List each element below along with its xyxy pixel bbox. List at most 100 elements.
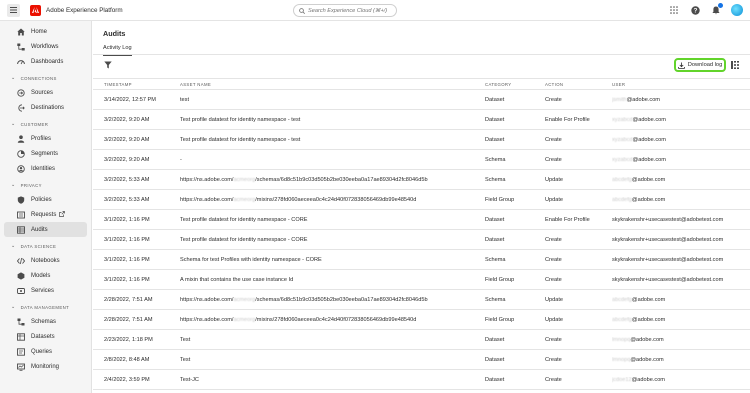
- notifications-bell-icon[interactable]: [710, 3, 723, 16]
- sidebar-item-segments[interactable]: Segments: [4, 146, 87, 161]
- action-cell: Create: [545, 276, 562, 283]
- section-header-customer[interactable]: ⌄ CUSTOMER: [0, 117, 91, 131]
- timestamp-cell: 3/1/2022, 1:16 PM: [104, 236, 150, 243]
- section-header-connections[interactable]: ⌄ CONNECTIONS: [0, 71, 91, 85]
- user-cell: skykrakenshr+usecasestest@adobetest.com: [612, 276, 724, 283]
- sidebar-item-home[interactable]: Home: [4, 24, 87, 39]
- sidebar: Home Workflows Dashboards ⌄ CONNECTIONS S…: [0, 21, 92, 393]
- column-header-action[interactable]: ACTION: [545, 82, 611, 87]
- sidebar-item-services[interactable]: Services: [4, 283, 87, 298]
- column-settings-icon[interactable]: [731, 61, 740, 69]
- column-header-user[interactable]: USER: [612, 82, 750, 87]
- sidebar-item-label: Destinations: [31, 104, 65, 111]
- app-title[interactable]: Adobe Experience Platform: [46, 7, 123, 14]
- user-cell: xyzabcd@adobe.com: [612, 157, 750, 163]
- asset-url-redacted: acmeorg: [233, 176, 256, 183]
- asset-name-cell: Test profile datatest for identity names…: [180, 236, 308, 243]
- services-icon: [17, 287, 25, 295]
- user-avatar[interactable]: [731, 4, 743, 16]
- timestamp-cell: 3/1/2022, 1:16 PM: [104, 256, 150, 263]
- action-cell: Update: [545, 316, 564, 323]
- category-cell: Dataset: [485, 96, 505, 103]
- table-row[interactable]: 3/2/2022, 5:33 AM https://ns.adobe.com/ac…: [93, 170, 750, 190]
- sidebar-item-models[interactable]: Models: [4, 268, 87, 283]
- action-cell: Enable For Profile: [545, 216, 590, 223]
- asset-name-cell: Test: [180, 336, 191, 343]
- timestamp-cell: 3/14/2022, 12:57 PM: [104, 96, 156, 103]
- asset-name-cell: A mixin that contains the use case insta…: [180, 276, 294, 283]
- sidebar-item-schemas[interactable]: Schemas: [4, 314, 87, 329]
- filter-icon[interactable]: [104, 61, 112, 69]
- sidebar-item-label: Dashboards: [31, 58, 64, 65]
- table-row[interactable]: 3/2/2022, 5:33 AM https://ns.adobe.com/ac…: [93, 190, 750, 210]
- download-log-button[interactable]: Download log: [674, 58, 726, 72]
- table-row[interactable]: 3/14/2022, 12:57 PM test Dataset Create jsmi…: [93, 90, 750, 110]
- asset-name-cell: test: [180, 96, 190, 103]
- table-row[interactable]: 3/1/2022, 1:16 PM Schema for test Profile…: [93, 250, 750, 270]
- table-row[interactable]: 3/1/2022, 1:16 PM Test profile datatest f…: [93, 210, 750, 230]
- help-icon[interactable]: ?: [689, 4, 701, 16]
- asset-name-cell: Schema for test Profiles with identity n…: [180, 256, 322, 263]
- search-input[interactable]: [308, 7, 394, 14]
- sidebar-item-workflows[interactable]: Workflows: [4, 39, 87, 54]
- sidebar-item-sources[interactable]: Sources: [4, 85, 87, 100]
- asset-url-prefix: https://ns.adobe.com/: [180, 316, 234, 323]
- action-cell: Create: [545, 236, 562, 243]
- section-header-privacy[interactable]: ⌄ PRIVACY: [0, 178, 91, 192]
- table-row[interactable]: 2/8/2022, 8:48 AM Test Dataset Create lmnopq…: [93, 350, 750, 370]
- section-header-data-science[interactable]: ⌄ DATA SCIENCE: [0, 239, 91, 253]
- section-header-data-management[interactable]: ⌄ DATA MANAGEMENT: [0, 300, 91, 314]
- sidebar-item-destinations[interactable]: Destinations: [4, 100, 87, 115]
- action-cell: Create: [545, 336, 562, 343]
- asset-url-redacted: acmeorg: [233, 296, 256, 303]
- user-domain: @adobe.com: [630, 336, 664, 343]
- sidebar-item-requests[interactable]: Requests: [4, 207, 87, 222]
- timestamp-cell: 3/1/2022, 1:16 PM: [104, 276, 150, 283]
- column-header-asset-name[interactable]: ASSET NAME: [180, 82, 485, 87]
- asset-url-suffix: /schemas/6d8c51b9c03d505b2be030eeba0a17a…: [255, 296, 428, 303]
- table-row[interactable]: 3/2/2022, 9:20 AM Test profile datatest f…: [93, 110, 750, 130]
- hamburger-menu-icon[interactable]: [7, 3, 20, 17]
- chevron-down-icon: ⌄: [11, 121, 16, 127]
- asset-name-cell: https://ns.adobe.com/acmeorg/mixins/278f…: [180, 317, 485, 323]
- table-row[interactable]: 3/1/2022, 1:16 PM A mixin that contains t…: [93, 270, 750, 290]
- sidebar-item-identities[interactable]: Identities: [4, 161, 87, 176]
- column-header-timestamp[interactable]: TIMESTAMP: [104, 82, 176, 87]
- sidebar-item-dashboards[interactable]: Dashboards: [4, 54, 87, 69]
- sidebar-item-datasets[interactable]: Datasets: [4, 329, 87, 344]
- search-box[interactable]: [293, 4, 397, 17]
- user-domain: @adobe.com: [630, 356, 664, 363]
- table-row[interactable]: 2/4/2022, 3:59 PM Test-JC Dataset Create jcd…: [93, 370, 750, 390]
- table-row[interactable]: 2/28/2022, 7:51 AM https://ns.adobe.com/a…: [93, 290, 750, 310]
- table-row[interactable]: 3/1/2022, 1:16 PM Test profile datatest f…: [93, 230, 750, 250]
- user-domain: @adobe.com: [632, 156, 666, 163]
- table-row[interactable]: 2/28/2022, 7:51 AM https://ns.adobe.com/a…: [93, 310, 750, 330]
- table-row[interactable]: 2/23/2022, 1:18 PM Test Dataset Create lmnop…: [93, 330, 750, 350]
- queries-icon: [17, 347, 25, 356]
- sidebar-item-label: Services: [31, 287, 55, 294]
- table-row[interactable]: 3/2/2022, 9:20 AM Test profile datatest f…: [93, 130, 750, 150]
- user-redacted: xyzabcd: [612, 136, 633, 143]
- category-cell: Dataset: [485, 376, 505, 383]
- sidebar-item-queries[interactable]: Queries: [4, 344, 87, 359]
- sidebar-item-notebooks[interactable]: Notebooks: [4, 253, 87, 268]
- segments-icon: [17, 149, 25, 158]
- search-icon: [299, 7, 305, 14]
- sidebar-item-label: Schemas: [31, 318, 57, 325]
- sidebar-item-policies[interactable]: Policies: [4, 192, 87, 207]
- column-header-category[interactable]: CATEGORY: [485, 82, 543, 87]
- sidebar-item-profiles[interactable]: Profiles: [4, 131, 87, 146]
- timestamp-cell: 2/4/2022, 3:59 PM: [104, 376, 150, 383]
- sidebar-item-monitoring[interactable]: Monitoring: [4, 359, 87, 374]
- sidebar-item-label: Sources: [31, 89, 54, 96]
- apps-grid-icon[interactable]: [668, 4, 680, 16]
- notebooks-icon: [17, 257, 25, 265]
- top-bar: Adobe Experience Platform ?: [0, 0, 750, 21]
- user-cell: lmnopq@adobe.com: [612, 357, 750, 363]
- adobe-logo-icon[interactable]: [30, 4, 41, 16]
- user-cell: skykrakenshr+usecasestest@adobetest.com: [612, 236, 724, 243]
- user-redacted: lmnopq: [612, 336, 631, 343]
- category-cell: Dataset: [485, 236, 505, 243]
- sidebar-item-audits[interactable]: Audits: [4, 222, 87, 237]
- table-row[interactable]: 3/2/2022, 9:20 AM - Schema Create xyzabcd@ad…: [93, 150, 750, 170]
